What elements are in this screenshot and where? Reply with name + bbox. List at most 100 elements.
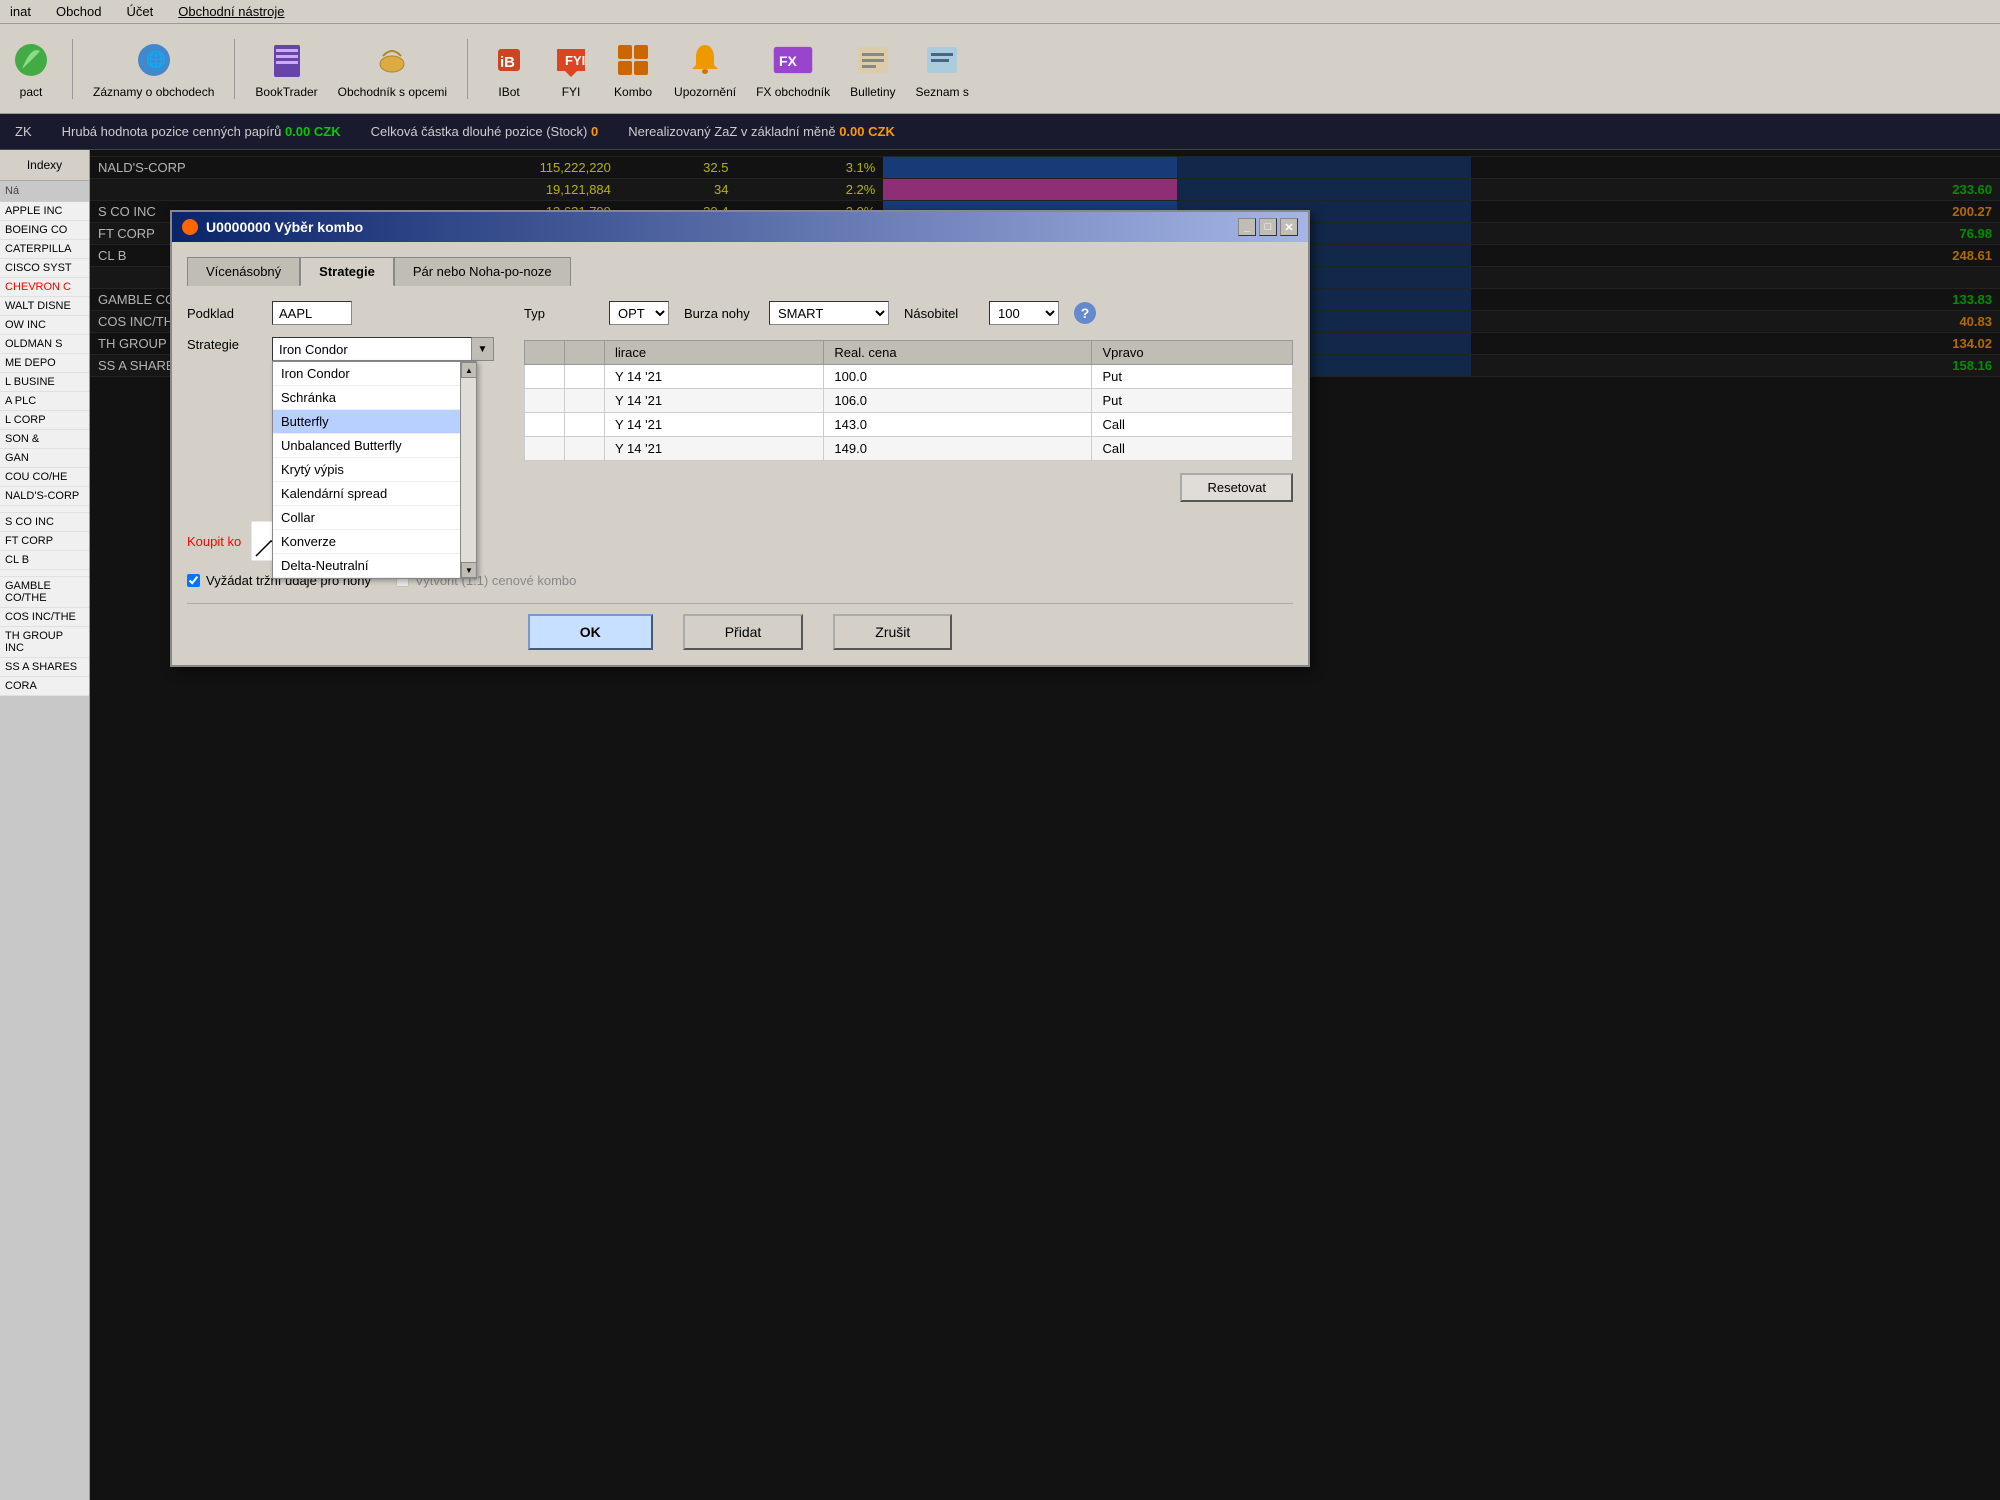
pridat-button[interactable]: Přidat: [683, 614, 804, 650]
sidebar-stock-pg[interactable]: GAMBLE CO/THE: [0, 577, 89, 608]
legs-col-price: Real. cena: [824, 341, 1092, 365]
sidebar-stock-chevron[interactable]: CHEVRON C: [0, 278, 89, 297]
leg4-price: 149.0: [824, 437, 1092, 461]
dropdown-scrollbar: ▲ ▼: [460, 362, 476, 578]
toolbar-bulletiny[interactable]: Bulletiny: [850, 39, 895, 99]
scroll-up-button[interactable]: ▲: [461, 362, 477, 378]
dropdown-item-butterfly[interactable]: Butterfly: [273, 410, 476, 434]
sidebar-stock-ibm[interactable]: L BUSINE: [0, 373, 89, 392]
options-icon: [371, 39, 413, 81]
status-zk: ZK: [15, 124, 32, 139]
sidebar-stock-cos[interactable]: COS INC/THE: [0, 608, 89, 627]
sidebar-stock-jj[interactable]: SON &: [0, 430, 89, 449]
toolbar-fx[interactable]: FX FX obchodník: [756, 39, 830, 99]
zrusit-button[interactable]: Zrušit: [833, 614, 952, 650]
dialog-minimize-button[interactable]: _: [1238, 218, 1256, 236]
help-button[interactable]: ?: [1074, 302, 1096, 324]
typ-select[interactable]: OPT: [609, 301, 669, 325]
dialog-maximize-button[interactable]: □: [1259, 218, 1277, 236]
dropdown-item-kalendarni[interactable]: Kalendární spread: [273, 482, 476, 506]
strategie-input[interactable]: [272, 337, 472, 361]
podklad-row: Podklad: [187, 301, 494, 325]
toolbar-options[interactable]: Obchodník s opcemi: [338, 39, 447, 99]
leg-row-3: Y 14 '21 143.0 Call: [525, 413, 1293, 437]
dialog-close-button[interactable]: ✕: [1280, 218, 1298, 236]
dialog-corner-buttons: _ □ ✕: [1238, 218, 1298, 236]
sidebar-stock-homedepot[interactable]: ME DEPO: [0, 354, 89, 373]
sidebar-stock-clb[interactable]: CL B: [0, 551, 89, 570]
toolbar: pact 🌐 Záznamy o obchodech BookTrader: [0, 24, 2000, 114]
sidebar-stock-jpmc[interactable]: L CORP: [0, 411, 89, 430]
sidebar-stock-goldman[interactable]: OLDMAN S: [0, 335, 89, 354]
checkbox1-input[interactable]: [187, 574, 200, 587]
scroll-down-button[interactable]: ▼: [461, 562, 477, 578]
toolbar-upozorneni[interactable]: Upozornění: [674, 39, 736, 99]
tab-strategie[interactable]: Strategie: [300, 257, 394, 286]
legs-col-side: Vpravo: [1092, 341, 1293, 365]
sidebar-stock-cou[interactable]: COU CO/HE: [0, 468, 89, 487]
toolbar-separator-1: [72, 39, 73, 99]
leg1-side: Put: [1092, 365, 1293, 389]
sidebar-stock-ss[interactable]: SS A SHARES: [0, 658, 89, 677]
sidebar-section: Ná: [0, 181, 89, 202]
menu-obchod[interactable]: Obchod: [51, 2, 107, 21]
strategie-dropdown-button[interactable]: ▼: [472, 337, 494, 361]
toolbar-zaznamy[interactable]: 🌐 Záznamy o obchodech: [93, 39, 214, 99]
sidebar-stock-sco[interactable]: S CO INC: [0, 513, 89, 532]
dropdown-item-krytyvypis[interactable]: Krytý výpis: [273, 458, 476, 482]
toolbar-booktrader[interactable]: BookTrader: [255, 39, 317, 99]
nasobitel-select[interactable]: 100: [989, 301, 1059, 325]
ok-button[interactable]: OK: [528, 614, 653, 650]
toolbar-fyi[interactable]: FYI FYI: [550, 39, 592, 99]
sidebar-stock-ow[interactable]: OW INC: [0, 316, 89, 335]
dialog-content: Vícenásobný Strategie Pár nebo Noha-po-n…: [172, 242, 1308, 665]
fx-icon: FX: [772, 39, 814, 81]
menu-inat[interactable]: inat: [5, 2, 36, 21]
sidebar-tab-indexy[interactable]: Indexy: [0, 150, 89, 181]
sidebar-stock-morgan[interactable]: GAN: [0, 449, 89, 468]
booktrader-icon: [266, 39, 308, 81]
toolbar-pact[interactable]: pact: [10, 39, 52, 99]
legs-col-empty1: [525, 341, 565, 365]
koupit-label: Koupit ko: [187, 534, 241, 549]
burza-select[interactable]: SMART: [769, 301, 889, 325]
sidebar-stock-cisco[interactable]: CISCO SYST: [0, 259, 89, 278]
sidebar-stock-mcdonalds[interactable]: NALD'S-CORP: [0, 487, 89, 506]
leg1-price: 100.0: [824, 365, 1092, 389]
sidebar-stock-th[interactable]: TH GROUP INC: [0, 627, 89, 658]
dropdown-item-delta[interactable]: Delta-Neutralní: [273, 554, 476, 578]
sidebar-stock-disney[interactable]: WALT DISNE: [0, 297, 89, 316]
tab-vicenasobny[interactable]: Vícenásobný: [187, 257, 300, 286]
podklad-input[interactable]: [272, 301, 352, 325]
ibot-icon: iB: [488, 39, 530, 81]
sidebar: Indexy Ná APPLE INC BOEING CO CATERPILLA…: [0, 150, 90, 1500]
main-area: Indexy Ná APPLE INC BOEING CO CATERPILLA…: [0, 150, 2000, 1500]
sidebar-stock-apple[interactable]: APPLE INC: [0, 202, 89, 221]
dropdown-item-collar[interactable]: Collar: [273, 506, 476, 530]
podklad-label: Podklad: [187, 306, 257, 321]
status-nerealizovany: Nerealizovaný ZaZ v základní měně 0.00 C…: [628, 124, 895, 139]
dropdown-item-ironcondor[interactable]: Iron Condor: [273, 362, 476, 386]
typ-label: Typ: [524, 306, 594, 321]
status-bar: ZK Hrubá hodnota pozice cenných papírů 0…: [0, 114, 2000, 150]
resetovat-button[interactable]: Resetovat: [1180, 473, 1293, 502]
sidebar-stock-cora[interactable]: CORA: [0, 677, 89, 696]
sidebar-stock-boeing[interactable]: BOEING CO: [0, 221, 89, 240]
sidebar-stock-jnj[interactable]: A PLC: [0, 392, 89, 411]
dropdown-item-konverze[interactable]: Konverze: [273, 530, 476, 554]
sidebar-stock-microsoft[interactable]: FT CORP: [0, 532, 89, 551]
resetovat-container: Resetovat: [524, 473, 1293, 502]
leg2-side: Put: [1092, 389, 1293, 413]
menu-ucet[interactable]: Účet: [122, 2, 159, 21]
tab-par-noha[interactable]: Pár nebo Noha-po-noze: [394, 257, 571, 286]
toolbar-seznam[interactable]: Seznam s: [916, 39, 969, 99]
menu-obchodni[interactable]: Obchodní nástroje: [173, 2, 289, 21]
toolbar-kombo[interactable]: Kombo: [612, 39, 654, 99]
dialog-overlay: U0000000 Výběr kombo _ □ ✕ Vícenásobný S…: [90, 150, 2000, 1500]
strategy-container: ▼ Iron Condor Schránka Butterfly Unbalan…: [272, 337, 494, 361]
dropdown-item-unbalanced[interactable]: Unbalanced Butterfly: [273, 434, 476, 458]
sidebar-stock-caterpillar[interactable]: CATERPILLA: [0, 240, 89, 259]
dropdown-item-schranka[interactable]: Schránka: [273, 386, 476, 410]
burza-label: Burza nohy: [684, 306, 754, 321]
toolbar-ibot[interactable]: iB IBot: [488, 39, 530, 99]
